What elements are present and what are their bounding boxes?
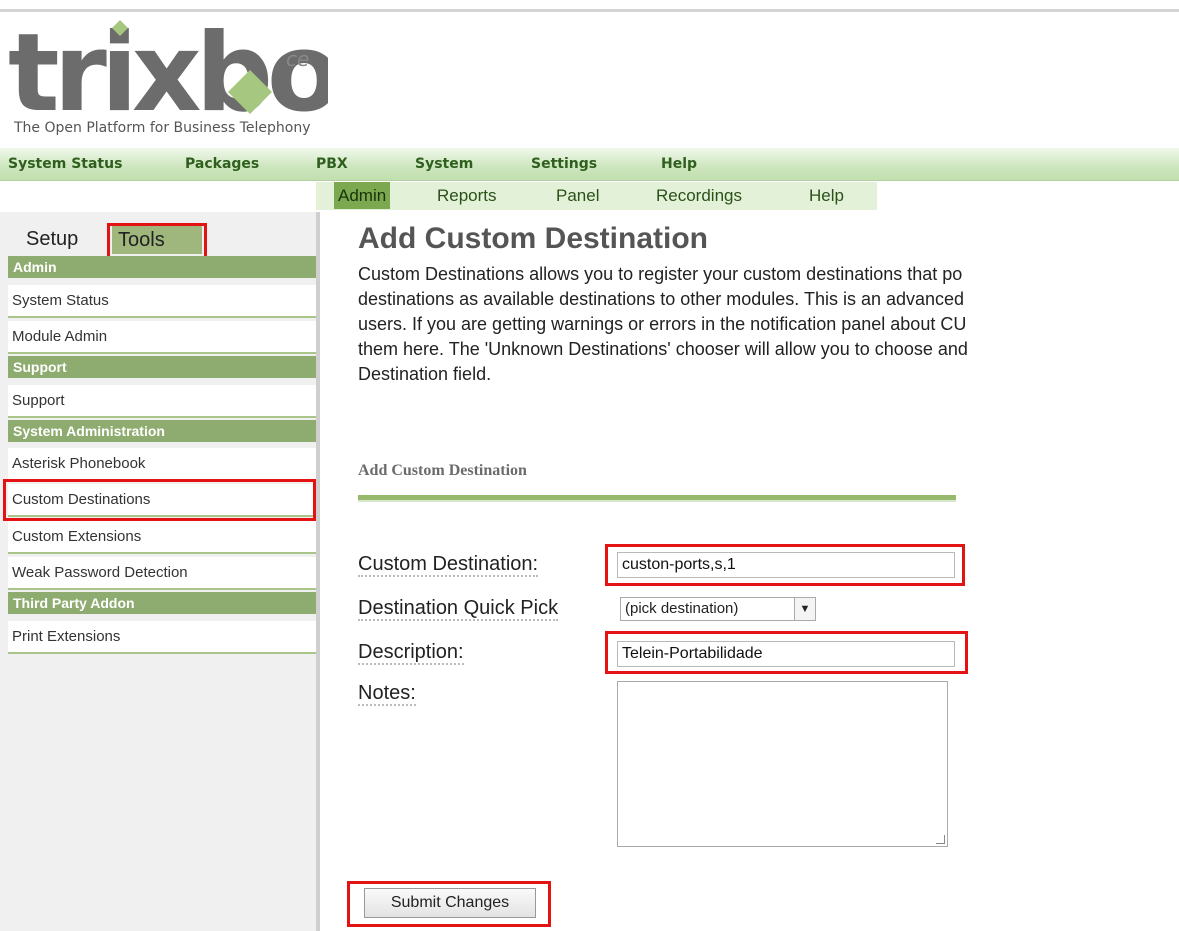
sidebar-item-custom-destinations[interactable]: Custom Destinations	[8, 484, 316, 517]
tagline: The Open Platform for Business Telephony	[14, 120, 311, 136]
page-description: Custom Destinations allows you to regist…	[358, 262, 1179, 387]
top-menu: System Status Packages PBX System Settin…	[0, 148, 1179, 181]
section-third-party-addon: Third Party Addon	[8, 592, 316, 614]
sidebar-item-module-admin[interactable]: Module Admin	[8, 321, 316, 354]
submenu-recordings[interactable]: Recordings	[652, 182, 746, 209]
logo-text: trixbox	[8, 14, 328, 136]
destination-quick-pick-select[interactable]: (pick destination) ▼	[620, 597, 816, 621]
submit-changes-button[interactable]: Submit Changes	[364, 888, 536, 918]
section-support: Support	[8, 356, 316, 378]
sidebar-item-custom-extensions[interactable]: Custom Extensions	[8, 521, 316, 554]
sidebar-item-weak-password-detection[interactable]: Weak Password Detection	[8, 557, 316, 590]
description-label: Description:	[358, 641, 464, 665]
resize-grip-icon[interactable]	[936, 835, 945, 844]
notes-textarea[interactable]	[617, 681, 948, 847]
custom-destination-label: Custom Destination:	[358, 553, 539, 577]
sidebar-item-system-status[interactable]: System Status	[8, 285, 316, 318]
menu-settings[interactable]: Settings	[531, 156, 597, 172]
submenu-admin[interactable]: Admin	[334, 182, 391, 209]
sub-menu: Admin Reports Panel Recordings Help	[316, 182, 877, 210]
form-heading: Add Custom Destination	[358, 462, 527, 479]
tab-tools[interactable]: Tools	[112, 226, 202, 254]
description-line: Destination field.	[358, 364, 492, 384]
menu-system-status[interactable]: System Status	[8, 156, 122, 172]
description-line: users. If you are getting warnings or er…	[358, 314, 967, 334]
description-line: them here. The 'Unknown Destinations' ch…	[358, 339, 968, 359]
quick-pick-value: (pick destination)	[625, 600, 739, 617]
description-line: Custom Destinations allows you to regist…	[358, 264, 963, 284]
menu-system[interactable]: System	[415, 156, 473, 172]
quick-pick-label: Destination Quick Pick	[358, 597, 559, 621]
submenu-help[interactable]: Help	[805, 182, 848, 209]
section-system-administration: System Administration	[8, 420, 316, 442]
sidebar-item-support[interactable]: Support	[8, 385, 316, 418]
menu-packages[interactable]: Packages	[185, 156, 259, 172]
description-input[interactable]: Telein-Portabilidade	[617, 641, 955, 667]
submenu-panel[interactable]: Panel	[552, 182, 603, 209]
sidebar-item-print-extensions[interactable]: Print Extensions	[8, 621, 316, 654]
form-divider	[358, 495, 956, 502]
top-border	[0, 9, 1179, 12]
submenu-reports[interactable]: Reports	[433, 182, 501, 209]
tab-setup[interactable]: Setup	[26, 228, 78, 251]
chevron-down-icon[interactable]: ▼	[794, 598, 815, 620]
logo-edition: ce	[286, 47, 309, 71]
sidebar-item-asterisk-phonebook[interactable]: Asterisk Phonebook	[8, 448, 316, 481]
menu-help[interactable]: Help	[661, 156, 697, 172]
section-admin: Admin	[8, 256, 316, 278]
notes-label: Notes:	[358, 682, 416, 706]
page-title: Add Custom Destination	[358, 222, 708, 255]
custom-destination-input[interactable]: custon-ports,s,1	[617, 552, 955, 578]
description-line: destinations as available destinations t…	[358, 289, 965, 309]
menu-pbx[interactable]: PBX	[316, 156, 348, 172]
